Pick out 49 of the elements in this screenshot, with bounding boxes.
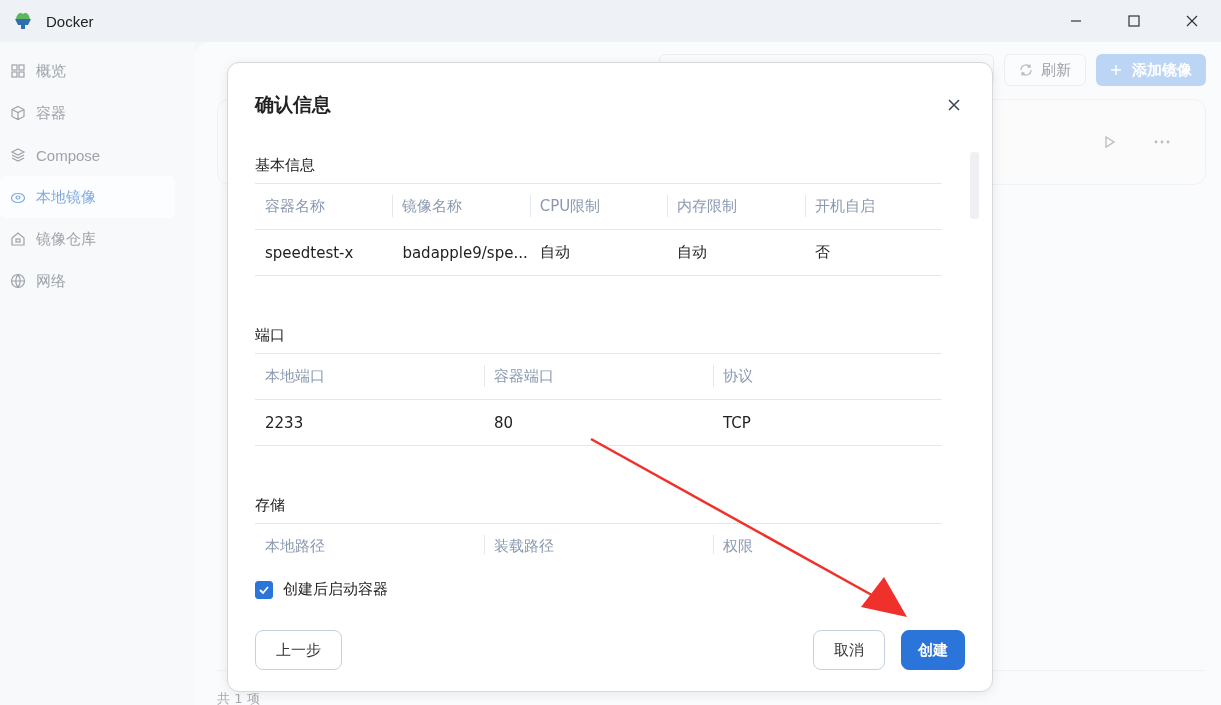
table-cell: TCP <box>713 400 942 446</box>
table-cell: 否 <box>804 230 942 276</box>
close-icon[interactable] <box>948 99 960 111</box>
sidebar-item[interactable]: 网络 <box>0 260 175 302</box>
add-image-button[interactable]: 添加镜像 <box>1096 54 1206 86</box>
section-title: 基本信息 <box>255 154 316 176</box>
item-count: 共 1 项 <box>217 692 260 705</box>
table-cell: 2233 <box>255 400 484 446</box>
sidebar-item[interactable]: 概览 <box>0 50 175 92</box>
globe-icon <box>10 273 26 289</box>
whale-logo-icon <box>12 10 34 32</box>
more-icon[interactable] <box>1154 140 1170 144</box>
table-cell: 自动 <box>529 230 668 276</box>
column-header: CPU限制 <box>529 184 668 230</box>
sidebar-item[interactable]: 本地镜像 <box>0 176 175 218</box>
column-header: 本地路径 <box>255 524 484 554</box>
grid-icon <box>10 63 26 79</box>
table-cell: 自动 <box>667 230 805 276</box>
refresh-button[interactable]: 刷新 <box>1004 54 1086 86</box>
home-icon <box>10 231 26 247</box>
refresh-icon <box>1019 63 1033 77</box>
cube-icon <box>10 105 26 121</box>
sidebar-item[interactable]: 容器 <box>0 92 175 134</box>
table-cell: badapple9/spe... <box>392 230 530 276</box>
cancel-button[interactable]: 取消 <box>813 630 885 670</box>
back-button[interactable]: 上一步 <box>255 630 342 670</box>
table-cell: 80 <box>484 400 713 446</box>
column-header: 协议 <box>713 354 942 400</box>
dialog-title: 确认信息 <box>255 92 331 117</box>
column-header: 本地端口 <box>255 354 484 400</box>
sidebar-item[interactable]: Compose <box>0 134 175 176</box>
window-title: Docker <box>46 12 94 30</box>
column-header: 容器名称 <box>255 184 393 230</box>
checkbox-label: 创建后启动容器 <box>283 580 388 599</box>
create-button[interactable]: 创建 <box>901 630 965 670</box>
column-header: 内存限制 <box>667 184 805 230</box>
table-cell: speedtest-x <box>255 230 393 276</box>
play-icon[interactable] <box>1104 135 1116 149</box>
plus-icon <box>1110 64 1122 76</box>
layers-icon <box>10 147 26 163</box>
column-header: 权限 <box>713 524 942 554</box>
column-header: 镜像名称 <box>392 184 530 230</box>
column-header: 装载路径 <box>484 524 713 554</box>
checkbox[interactable] <box>255 580 273 599</box>
section-title: 存储 <box>255 494 286 516</box>
column-header: 开机自启 <box>804 184 942 230</box>
column-header: 容器端口 <box>484 354 713 400</box>
section-title: 端口 <box>255 324 286 346</box>
sidebar-item[interactable]: 镜像仓库 <box>0 218 175 260</box>
